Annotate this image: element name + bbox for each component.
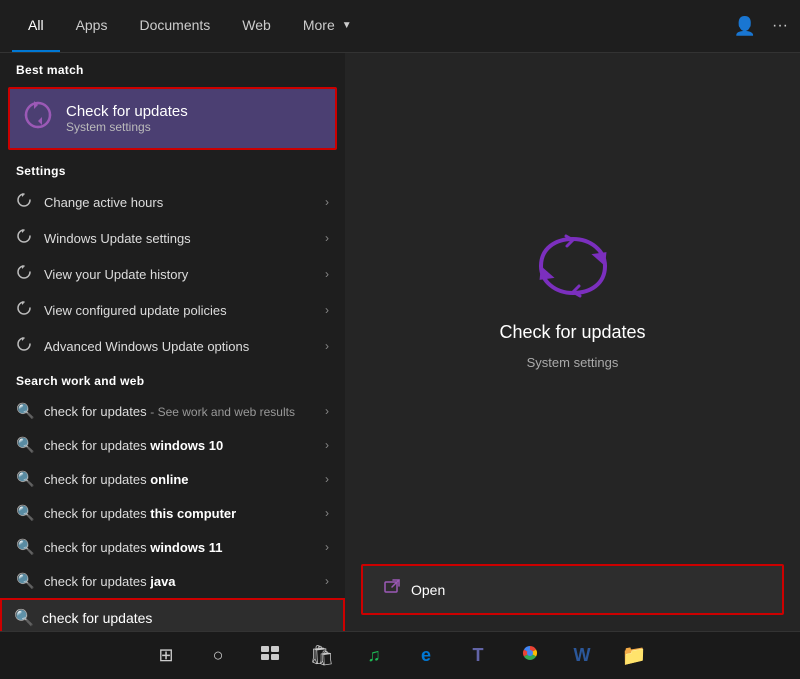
store-icon: 🛍 bbox=[309, 643, 334, 668]
chevron-right-icon: › bbox=[325, 506, 329, 520]
teams-icon: T bbox=[473, 645, 484, 666]
taskbar-explorer[interactable]: 📁 bbox=[616, 638, 652, 674]
best-match-text: Check for updates System settings bbox=[66, 103, 188, 134]
chevron-right-icon: › bbox=[325, 339, 329, 353]
top-nav: All Apps Documents Web More ▼ 👤 ··· bbox=[0, 0, 800, 53]
settings-item-label: View your Update history bbox=[44, 267, 315, 282]
search-input[interactable] bbox=[42, 610, 331, 626]
tab-documents[interactable]: Documents bbox=[123, 0, 226, 52]
chevron-right-icon: › bbox=[325, 404, 329, 418]
settings-item-label: Windows Update settings bbox=[44, 231, 315, 246]
search-web-item-1[interactable]: 🔍 check for updates windows 10 › bbox=[0, 428, 345, 462]
search-web-label: Search work and web bbox=[0, 364, 345, 394]
refresh-small-icon-5 bbox=[16, 336, 34, 356]
settings-item-configured-policies[interactable]: View configured update policies › bbox=[0, 292, 345, 328]
settings-item-change-active-hours[interactable]: Change active hours › bbox=[0, 184, 345, 220]
chevron-down-icon: ▼ bbox=[342, 20, 352, 31]
refresh-small-icon-3 bbox=[16, 264, 34, 284]
search-web-item-2[interactable]: 🔍 check for updates online › bbox=[0, 462, 345, 496]
search-icon-0: 🔍 bbox=[16, 402, 34, 420]
chevron-right-icon: › bbox=[325, 472, 329, 486]
refresh-icon bbox=[22, 99, 54, 138]
taskbar-search[interactable]: ○ bbox=[200, 638, 236, 674]
search-web-item-3[interactable]: 🔍 check for updates this computer › bbox=[0, 496, 345, 530]
preview-subtitle: System settings bbox=[527, 355, 619, 370]
chevron-right-icon: › bbox=[325, 195, 329, 209]
taskbar-edge[interactable]: e bbox=[408, 638, 444, 674]
best-match-subtitle: System settings bbox=[66, 120, 188, 134]
search-web-item-text: check for updates online bbox=[44, 472, 315, 487]
search-bar-icon: 🔍 bbox=[14, 608, 34, 628]
settings-item-windows-update[interactable]: Windows Update settings › bbox=[0, 220, 345, 256]
taskbar-word[interactable]: W bbox=[564, 638, 600, 674]
settings-item-update-history[interactable]: View your Update history › bbox=[0, 256, 345, 292]
chrome-icon bbox=[519, 642, 541, 669]
edge-icon: e bbox=[421, 645, 431, 666]
main-content: Best match Check for updates System sett… bbox=[0, 53, 800, 631]
search-icon-1: 🔍 bbox=[16, 436, 34, 454]
search-web-item-text: check for updates java bbox=[44, 574, 315, 589]
search-taskbar-icon: ○ bbox=[213, 645, 224, 666]
open-label: Open bbox=[411, 582, 445, 598]
refresh-small-icon-2 bbox=[16, 228, 34, 248]
taskbar-chrome[interactable] bbox=[512, 638, 548, 674]
word-icon: W bbox=[574, 645, 591, 666]
preview-refresh-icon bbox=[538, 231, 608, 310]
preview-title: Check for updates bbox=[499, 322, 645, 343]
taskbar-start[interactable]: ⊞ bbox=[148, 638, 184, 674]
settings-item-label: View configured update policies bbox=[44, 303, 315, 318]
preview-area: Check for updates System settings bbox=[345, 53, 800, 548]
chevron-right-icon: › bbox=[325, 438, 329, 452]
chevron-right-icon: › bbox=[325, 540, 329, 554]
best-match-item[interactable]: Check for updates System settings bbox=[8, 87, 337, 150]
search-web-item-0[interactable]: 🔍 check for updates - See work and web r… bbox=[0, 394, 345, 428]
user-icon[interactable]: 👤 bbox=[734, 16, 756, 37]
search-web-item-5[interactable]: 🔍 check for updates java › bbox=[0, 564, 345, 598]
right-panel: Check for updates System settings Open bbox=[345, 53, 800, 631]
start-icon: ⊞ bbox=[158, 645, 173, 666]
settings-item-advanced-options[interactable]: Advanced Windows Update options › bbox=[0, 328, 345, 364]
search-icon-4: 🔍 bbox=[16, 538, 34, 556]
search-web-item-text: check for updates windows 10 bbox=[44, 438, 315, 453]
open-icon bbox=[383, 578, 401, 601]
more-options-icon[interactable]: ··· bbox=[772, 17, 788, 35]
refresh-small-icon bbox=[16, 192, 34, 212]
task-view-icon bbox=[260, 645, 280, 666]
chevron-right-icon: › bbox=[325, 231, 329, 245]
open-button[interactable]: Open bbox=[361, 564, 784, 615]
best-match-title: Check for updates bbox=[66, 103, 188, 120]
settings-item-label: Change active hours bbox=[44, 195, 315, 210]
search-icon-2: 🔍 bbox=[16, 470, 34, 488]
left-panel: Best match Check for updates System sett… bbox=[0, 53, 345, 631]
taskbar-task-view[interactable] bbox=[252, 638, 288, 674]
chevron-right-icon: › bbox=[325, 267, 329, 281]
tab-web[interactable]: Web bbox=[226, 0, 287, 52]
tab-all[interactable]: All bbox=[12, 0, 60, 52]
nav-icons: 👤 ··· bbox=[734, 16, 788, 37]
best-match-label: Best match bbox=[0, 53, 345, 83]
taskbar: ⊞ ○ 🛍 ♫ e T bbox=[0, 631, 800, 679]
chevron-right-icon: › bbox=[325, 574, 329, 588]
search-icon-3: 🔍 bbox=[16, 504, 34, 522]
tab-more[interactable]: More ▼ bbox=[287, 0, 368, 52]
search-web-item-text: check for updates this computer bbox=[44, 506, 315, 521]
settings-label: Settings bbox=[0, 154, 345, 184]
taskbar-teams[interactable]: T bbox=[460, 638, 496, 674]
search-web-item-text: check for updates - See work and web res… bbox=[44, 404, 315, 419]
taskbar-store[interactable]: 🛍 bbox=[304, 638, 340, 674]
search-web-item-4[interactable]: 🔍 check for updates windows 11 › bbox=[0, 530, 345, 564]
spotify-icon: ♫ bbox=[367, 645, 381, 666]
chevron-right-icon: › bbox=[325, 303, 329, 317]
taskbar-spotify[interactable]: ♫ bbox=[356, 638, 392, 674]
search-icon-5: 🔍 bbox=[16, 572, 34, 590]
search-bar: 🔍 bbox=[0, 598, 345, 631]
search-web-item-text: check for updates windows 11 bbox=[44, 540, 315, 555]
refresh-small-icon-4 bbox=[16, 300, 34, 320]
settings-item-label: Advanced Windows Update options bbox=[44, 339, 315, 354]
tab-apps[interactable]: Apps bbox=[60, 0, 124, 52]
explorer-icon: 📁 bbox=[622, 643, 647, 668]
